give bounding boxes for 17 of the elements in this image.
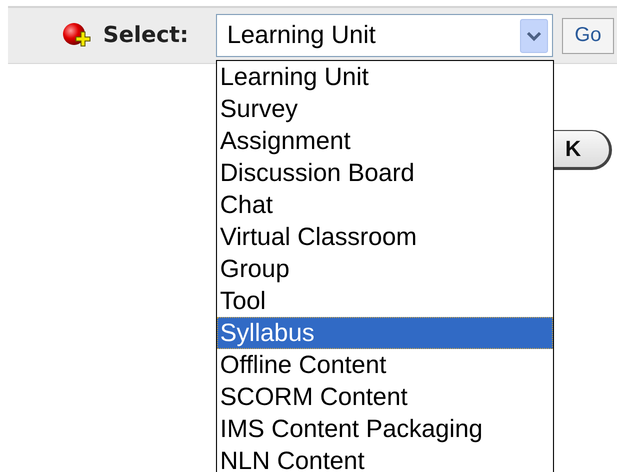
dropdown-option[interactable]: Tool	[217, 285, 553, 317]
add-icon	[61, 22, 93, 50]
go-button[interactable]: Go	[562, 18, 614, 54]
dropdown-option[interactable]: Chat	[217, 189, 553, 221]
dropdown-option[interactable]: Offline Content	[217, 349, 553, 381]
dropdown-option[interactable]: Virtual Classroom	[217, 221, 553, 253]
dropdown-option[interactable]: Discussion Board	[217, 157, 553, 189]
dropdown-option[interactable]: Survey	[217, 93, 553, 125]
dropdown-option[interactable]: Assignment	[217, 125, 553, 157]
select-label: Select:	[103, 23, 190, 48]
dropdown-option[interactable]: Group	[217, 253, 553, 285]
dropdown-option[interactable]: Learning Unit	[217, 61, 553, 93]
dropdown-option[interactable]: IMS Content Packaging	[217, 413, 553, 445]
dropdown-option[interactable]: Syllabus	[217, 317, 553, 349]
dropdown-option[interactable]: SCORM Content	[217, 381, 553, 413]
type-dropdown[interactable]: Learning Unit	[216, 14, 553, 57]
dropdown-option[interactable]: NLN Content	[217, 445, 553, 472]
